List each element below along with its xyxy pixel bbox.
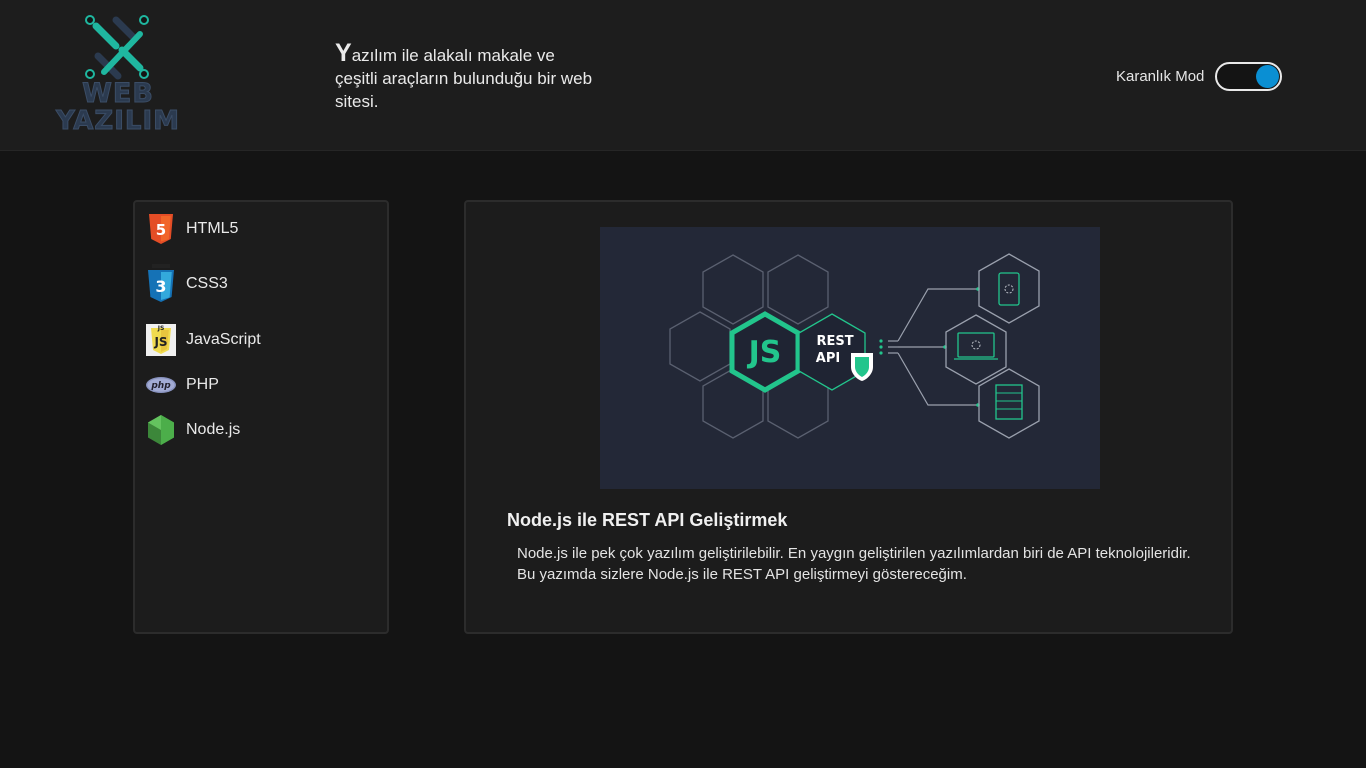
dark-mode-label: Karanlık Mod [1116,67,1205,85]
sidebar-item-label: HTML5 [186,220,239,237]
logo-mark-icon [85,15,149,80]
php-icon: php [146,369,176,401]
article-title[interactable]: Node.js ile REST API Geliştirmek [507,510,787,531]
dark-mode-control: Karanlık Mod [1116,61,1283,91]
sidebar-item-label: Node.js [186,421,241,438]
site-tagline: Yazılım ile alakalı makale ve çeşitli ar… [335,39,595,113]
sidebar-item-javascript[interactable]: JS JS JavaScript [146,323,261,357]
svg-text:JS: JS [747,335,782,370]
html5-icon: 5 [146,213,176,245]
category-sidebar: 5 HTML5 3 CSS3 JS JS JavaScript php PHP … [133,200,389,634]
svg-text:JS: JS [153,335,167,349]
css3-icon: 3 [146,264,176,304]
tagline-initial: Y [335,39,352,67]
sidebar-item-label: JavaScript [186,331,261,348]
sidebar-item-nodejs[interactable]: Node.js [146,414,240,446]
javascript-icon: JS JS [146,323,176,357]
svg-text:3: 3 [155,277,166,296]
logo-text-web: WEB [82,78,154,110]
article-image: JS REST API [600,227,1100,489]
article-summary: Node.js ile pek çok yazılım geliştirileb… [517,545,1191,583]
site-logo[interactable]: WEB YAZILIM [54,12,182,138]
sidebar-item-css3[interactable]: 3 CSS3 [146,264,228,304]
logo-text-yazilim: YAZILIM [55,106,181,137]
sidebar-item-php[interactable]: php PHP [146,369,219,401]
svg-text:API: API [816,351,840,366]
svg-text:php: php [150,381,171,391]
tagline-text: azılım ile alakalı makale ve çeşitli ara… [335,46,593,111]
svg-text:REST: REST [816,334,853,349]
sidebar-item-label: PHP [186,376,219,393]
sidebar-item-label: CSS3 [186,275,228,292]
sidebar-item-html5[interactable]: 5 HTML5 [146,213,238,245]
svg-text:5: 5 [156,221,166,239]
toggle-knob [1256,64,1280,88]
article-card[interactable]: JS REST API Node.js ile REST API Gelişti… [464,200,1233,634]
dark-mode-toggle[interactable] [1215,61,1283,91]
site-header: WEB YAZILIM Yazılım ile alakalı makale v… [0,0,1366,151]
svg-text:JS: JS [157,325,165,332]
nodejs-rest-api-illustration-icon: JS REST API [669,253,1040,439]
nodejs-icon [146,414,176,446]
